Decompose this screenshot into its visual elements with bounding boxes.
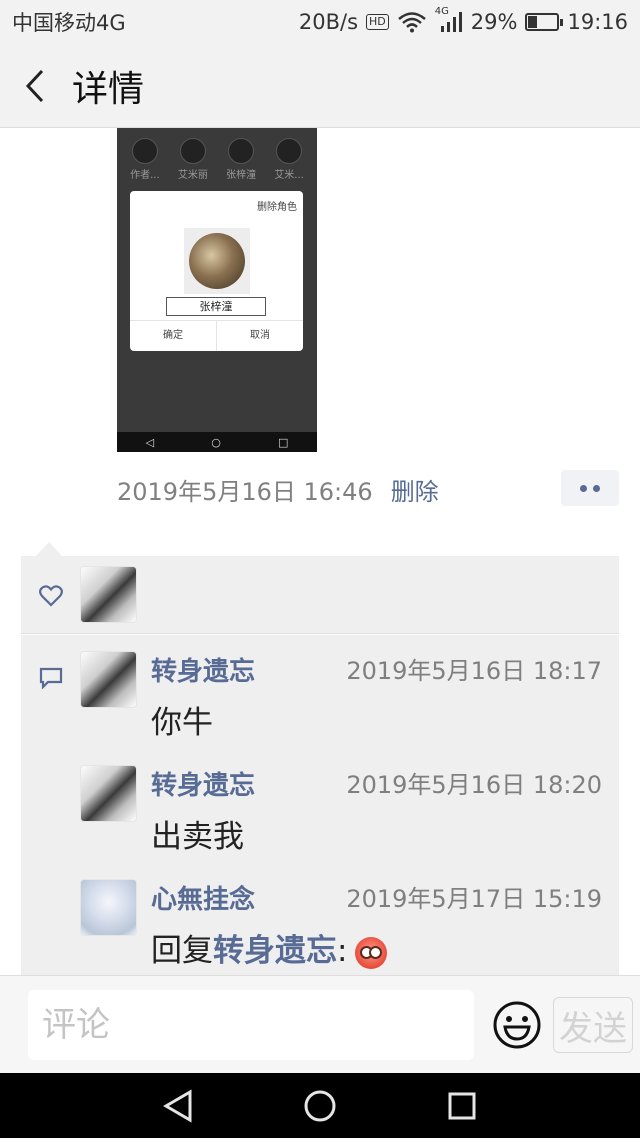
image-name-field: 张梓潼 bbox=[166, 297, 266, 316]
avatar[interactable] bbox=[80, 651, 137, 708]
post-time: 2019年5月16日 16:46 bbox=[117, 477, 373, 506]
avatar[interactable] bbox=[80, 879, 137, 936]
system-recent-button[interactable] bbox=[422, 1073, 502, 1138]
emoji-button[interactable] bbox=[492, 1000, 542, 1050]
circle-home-icon bbox=[304, 1090, 336, 1121]
flushed-face-emoji-icon bbox=[355, 936, 388, 969]
system-back-button[interactable] bbox=[138, 1073, 218, 1138]
back-button[interactable] bbox=[0, 44, 70, 128]
image-avatar-label: 张梓潼 bbox=[226, 170, 257, 181]
comment-pointer bbox=[36, 542, 62, 556]
comment-item[interactable]: 心無挂念 2019年5月17日 15:19 回复转身遗忘: bbox=[80, 863, 610, 975]
chevron-left-icon bbox=[25, 69, 44, 102]
image-avatar-row: 作者... 艾米丽 张梓潼 艾米... bbox=[117, 128, 317, 181]
image-avatar-label: 艾米丽 bbox=[177, 170, 208, 181]
dot-icon bbox=[580, 484, 587, 492]
image-avatar-label: 艾米... bbox=[274, 170, 304, 181]
liker-avatar[interactable] bbox=[80, 566, 137, 623]
post-meta: 2019年5月16日 16:46 删除 bbox=[117, 470, 619, 508]
image-nav-recent: □ bbox=[278, 435, 289, 449]
carrier-label: 中国移动4G bbox=[12, 11, 126, 35]
image-navbar: ◁ ○ □ bbox=[117, 432, 317, 452]
comment-item[interactable]: 转身遗忘 2019年5月16日 18:17 你牛 bbox=[80, 635, 610, 749]
post-image[interactable]: 作者... 艾米丽 张梓潼 艾米... 删除角色 张梓潼 确定 取消 ◁ ○ □ bbox=[117, 128, 317, 452]
image-dialog-buttons: 确定 取消 bbox=[130, 320, 303, 351]
battery-percent: 29% bbox=[470, 10, 518, 34]
send-button[interactable]: 发送 bbox=[553, 997, 633, 1053]
comment-icon bbox=[39, 667, 63, 689]
system-navigation-bar bbox=[0, 1073, 640, 1138]
comment-time: 2019年5月16日 18:17 bbox=[346, 657, 602, 685]
comment-input-bar: 发送 bbox=[0, 975, 640, 1073]
comment-item[interactable]: 转身遗忘 2019年5月16日 18:20 出卖我 bbox=[80, 749, 610, 863]
heart-icon bbox=[39, 585, 63, 607]
image-nav-back: ◁ bbox=[145, 435, 155, 449]
comment-author[interactable]: 转身遗忘 bbox=[151, 651, 255, 688]
battery-level-fill bbox=[528, 16, 538, 28]
image-avatar: 艾米... bbox=[274, 138, 304, 181]
clock: 19:16 bbox=[567, 10, 628, 34]
dot-icon bbox=[593, 484, 600, 492]
image-avatar: 张梓潼 bbox=[226, 138, 256, 181]
image-delete-role: 删除角色 bbox=[257, 202, 297, 213]
image-portrait bbox=[184, 228, 250, 294]
image-nav-home: ○ bbox=[211, 435, 221, 449]
image-confirm: 确定 bbox=[130, 321, 217, 351]
comment-author[interactable]: 心無挂念 bbox=[151, 879, 255, 916]
comment-text: 你牛 bbox=[151, 705, 213, 741]
square-recent-icon bbox=[448, 1092, 476, 1119]
wifi-icon bbox=[397, 12, 426, 33]
battery-icon bbox=[525, 13, 564, 31]
image-avatar: 作者... bbox=[130, 138, 160, 181]
comment-time: 2019年5月16日 18:20 bbox=[346, 771, 602, 799]
nav-header: 详情 bbox=[0, 44, 640, 128]
network-speed: 20B/s bbox=[298, 10, 359, 34]
likes-section bbox=[21, 556, 619, 634]
status-bar: 中国移动4G 20B/s HD 4G 29% 19:16 bbox=[0, 0, 640, 44]
reply-target[interactable]: 转身遗忘 bbox=[213, 933, 337, 969]
image-dialog: 删除角色 张梓潼 确定 取消 bbox=[130, 191, 303, 351]
reply-colon: : bbox=[337, 933, 348, 969]
more-options-button[interactable] bbox=[561, 470, 619, 506]
page-title: 详情 bbox=[72, 68, 145, 110]
image-avatar: 艾米丽 bbox=[178, 138, 208, 181]
comment-time: 2019年5月17日 15:19 bbox=[346, 885, 602, 913]
delete-link[interactable]: 删除 bbox=[391, 472, 439, 507]
image-cancel: 取消 bbox=[250, 330, 270, 341]
image-avatar-label: 作者... bbox=[130, 170, 160, 181]
reply-prefix: 回复 bbox=[151, 933, 213, 969]
comment-text: 出卖我 bbox=[151, 819, 244, 855]
comments-section: 转身遗忘 2019年5月16日 18:17 你牛 转身遗忘 2019年5月16日… bbox=[21, 635, 619, 975]
comment-text: 回复转身遗忘: bbox=[151, 925, 388, 970]
avatar[interactable] bbox=[80, 765, 137, 822]
triangle-back-icon bbox=[163, 1088, 192, 1123]
comment-author[interactable]: 转身遗忘 bbox=[151, 765, 255, 802]
hd-icon: HD bbox=[366, 14, 389, 30]
system-home-button[interactable] bbox=[280, 1073, 360, 1138]
comment-input[interactable] bbox=[28, 990, 474, 1060]
signal-icon: 4G bbox=[435, 6, 463, 34]
